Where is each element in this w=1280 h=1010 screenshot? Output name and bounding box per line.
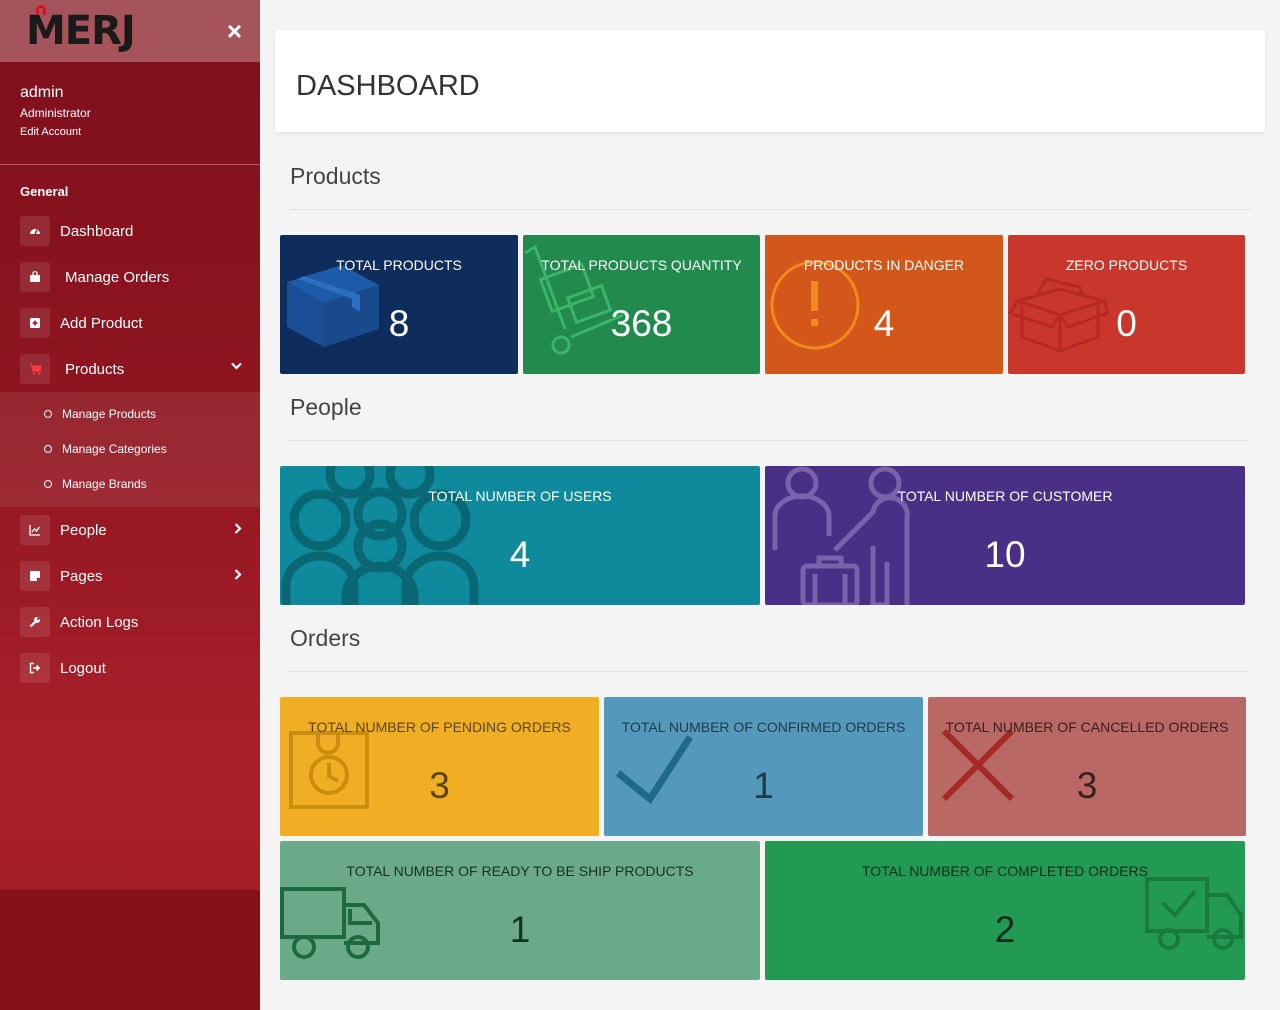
card-value: 3	[429, 765, 450, 806]
sidebar-item-logout[interactable]: Logout	[0, 645, 260, 691]
main-content: DASHBOARD Products TOTAL PRODUCTS 8 TOTA…	[260, 0, 1280, 1010]
card-value: 3	[1076, 765, 1098, 806]
user-panel: admin Administrator Edit Account	[0, 62, 260, 165]
card-cancelled-orders[interactable]: TOTAL NUMBER OF CANCELLED ORDERS 3	[928, 697, 1246, 836]
edit-account-link[interactable]: Edit Account	[20, 126, 240, 138]
card-total-customer[interactable]: TOTAL NUMBER OF CUSTOMER 10	[765, 466, 1245, 605]
card-total-users[interactable]: TOTAL NUMBER OF USERS 4	[280, 466, 760, 605]
card-total-products-quantity[interactable]: TOTAL PRODUCTS QUANTITY 368	[523, 235, 760, 374]
brand-logo[interactable]: MERJ	[26, 5, 136, 51]
card-total-products[interactable]: TOTAL PRODUCTS 8	[280, 235, 518, 374]
submenu-item-label: Manage Categories	[62, 441, 167, 456]
submenu-item-manage-categories[interactable]: Manage Categories	[0, 431, 260, 466]
card-value: 368	[610, 303, 673, 344]
section-title-people: People	[290, 394, 362, 420]
card-value: 4	[509, 534, 531, 575]
card-value: 10	[984, 534, 1026, 575]
user-name: admin	[20, 84, 64, 101]
gauge-icon	[20, 216, 50, 246]
card-products-in-danger[interactable]: PRODUCTS IN DANGER 4	[765, 235, 1003, 374]
sidebar-item-label: Logout	[60, 659, 106, 677]
wrench-icon	[20, 607, 50, 637]
sidebar-item-products[interactable]: Products	[0, 346, 260, 392]
sidebar-item-label: Manage Orders	[65, 268, 170, 286]
bag-logo-icon	[36, 5, 46, 15]
divider	[290, 209, 1250, 210]
circle-icon	[44, 444, 52, 453]
sidebar-item-label: People	[60, 521, 107, 539]
submenu-item-label: Manage Brands	[62, 476, 147, 491]
logout-icon	[20, 653, 50, 683]
card-label: TOTAL NUMBER OF PENDING ORDERS	[308, 719, 571, 735]
sidebar-item-label: Add Product	[60, 314, 143, 332]
note-icon	[20, 561, 50, 591]
submenu-item-manage-brands[interactable]: Manage Brands	[0, 466, 260, 501]
bag-icon	[20, 262, 50, 292]
sidebar-item-label: Products	[65, 360, 125, 378]
sidebar-item-people[interactable]: People	[0, 507, 260, 553]
chevron-down-icon	[231, 359, 242, 373]
sidebar-item-dashboard[interactable]: Dashboard	[0, 208, 260, 254]
card-label: ZERO PRODUCTS	[1065, 257, 1188, 273]
nav-section-label: General	[20, 184, 69, 199]
sidebar-item-label: Pages	[60, 567, 103, 585]
card-label: TOTAL PRODUCTS	[336, 257, 462, 273]
sidebar-item-pages[interactable]: Pages	[0, 553, 260, 599]
sidebar: MERJ × admin Administrator Edit Account …	[0, 0, 260, 1010]
section-title-products: Products	[290, 163, 381, 189]
circle-icon	[44, 479, 52, 488]
plus-square-icon	[20, 308, 50, 338]
card-label: TOTAL NUMBER OF CANCELLED ORDERS	[945, 719, 1229, 735]
card-zero-products[interactable]: ZERO PRODUCTS 0	[1008, 235, 1245, 374]
card-value: 2	[994, 909, 1016, 950]
sidebar-item-manage-orders[interactable]: Manage Orders	[0, 254, 260, 300]
page-header: DASHBOARD	[275, 30, 1265, 132]
sidebar-item-label: Action Logs	[60, 613, 139, 631]
page-title: DASHBOARD	[296, 70, 480, 102]
cart-icon	[20, 354, 50, 384]
sidebar-item-action-logs[interactable]: Action Logs	[0, 599, 260, 645]
card-label: TOTAL NUMBER OF COMPLETED ORDERS	[862, 863, 1148, 879]
chevron-right-icon	[234, 569, 242, 583]
card-completed-orders[interactable]: TOTAL NUMBER OF COMPLETED ORDERS 2	[765, 841, 1245, 980]
section-title-orders: Orders	[290, 625, 361, 651]
card-label: TOTAL NUMBER OF CONFIRMED ORDERS	[621, 719, 906, 735]
card-label: TOTAL PRODUCTS QUANTITY	[541, 257, 742, 273]
card-value: 1	[509, 909, 531, 950]
divider	[290, 440, 1250, 441]
card-label: TOTAL NUMBER OF CUSTOMER	[897, 488, 1113, 504]
card-value: 8	[388, 303, 410, 344]
card-pending-orders[interactable]: TOTAL NUMBER OF PENDING ORDERS 3	[280, 697, 599, 836]
brand-bar: MERJ ×	[0, 0, 260, 62]
circle-icon	[44, 409, 52, 418]
card-value: 4	[873, 303, 895, 344]
card-value: 1	[753, 765, 774, 806]
divider	[290, 671, 1250, 672]
close-icon[interactable]: ×	[227, 16, 242, 47]
sidebar-item-add-product[interactable]: Add Product	[0, 300, 260, 346]
card-value: 0	[1116, 303, 1137, 344]
user-role: Administrator	[20, 106, 91, 120]
submenu-item-label: Manage Products	[62, 406, 157, 421]
sidebar-item-label: Dashboard	[60, 222, 134, 240]
chevron-right-icon	[234, 523, 242, 537]
card-ready-to-ship[interactable]: TOTAL NUMBER OF READY TO BE SHIP PRODUCT…	[280, 841, 760, 980]
card-label: TOTAL NUMBER OF READY TO BE SHIP PRODUCT…	[346, 863, 694, 879]
submenu-item-manage-products[interactable]: Manage Products	[0, 396, 260, 431]
card-label: PRODUCTS IN DANGER	[803, 257, 965, 273]
chart-icon	[20, 515, 50, 545]
products-submenu: Manage Products Manage Categories Manage…	[0, 392, 260, 507]
card-label: TOTAL NUMBER OF USERS	[428, 488, 612, 504]
card-confirmed-orders[interactable]: TOTAL NUMBER OF CONFIRMED ORDERS 1	[604, 697, 923, 836]
